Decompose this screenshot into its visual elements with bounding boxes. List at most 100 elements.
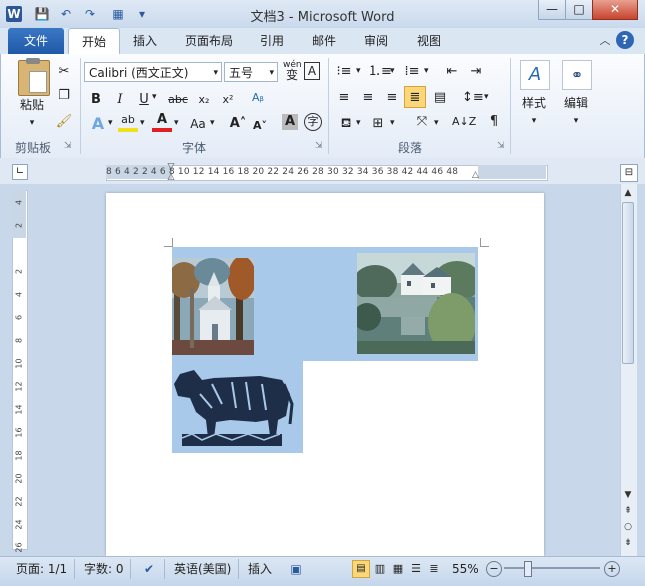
multilevel-list-icon[interactable]: ⁞≡ bbox=[402, 62, 422, 82]
sort-icon[interactable]: A↓Z bbox=[452, 112, 476, 132]
next-page-icon[interactable]: ⇟ bbox=[621, 536, 635, 550]
borders-dropdown-icon[interactable]: ▾ bbox=[390, 118, 395, 128]
minimize-button[interactable]: — bbox=[538, 0, 566, 20]
cut-icon[interactable]: ✂ bbox=[54, 62, 74, 82]
line-spacing-dropdown-icon[interactable]: ▾ bbox=[484, 92, 489, 102]
bullets-dropdown-icon[interactable]: ▾ bbox=[356, 66, 361, 76]
shrink-font-icon[interactable]: A˅ bbox=[250, 116, 270, 136]
word-count[interactable]: 字数: 0 bbox=[84, 560, 124, 578]
scroll-up-icon[interactable]: ▲ bbox=[621, 186, 635, 200]
clipboard-launcher-icon[interactable]: ⇲ bbox=[64, 141, 72, 151]
zoom-out-icon[interactable]: − bbox=[486, 561, 502, 577]
indent-marker-icon[interactable]: ▽ △ bbox=[166, 162, 176, 182]
maximize-button[interactable]: □ bbox=[565, 0, 593, 20]
right-indent-marker-icon[interactable]: △ bbox=[472, 170, 482, 180]
previous-page-icon[interactable]: ⇞ bbox=[621, 504, 635, 518]
print-layout-view-icon[interactable]: ▤ bbox=[352, 560, 370, 578]
paste-button[interactable]: 粘贴 bbox=[14, 96, 50, 114]
font-launcher-icon[interactable]: ⇲ bbox=[315, 141, 323, 151]
lake-house-clipart-image[interactable] bbox=[357, 253, 475, 354]
align-right-icon[interactable]: ≡ bbox=[382, 88, 402, 108]
highlight-icon[interactable]: ab bbox=[118, 112, 138, 132]
zoom-in-icon[interactable]: + bbox=[604, 561, 620, 577]
bold-icon[interactable]: B bbox=[86, 90, 106, 110]
change-case-icon[interactable]: Aa bbox=[186, 114, 210, 134]
language-indicator[interactable]: 英语(美国) bbox=[174, 560, 231, 578]
font-size-combo[interactable]: 五号 ▾ bbox=[224, 62, 278, 82]
shading-icon[interactable]: ⛾ bbox=[336, 114, 356, 134]
clear-formatting-icon[interactable]: Aᵦ bbox=[248, 88, 268, 108]
tab-review[interactable]: 审阅 bbox=[356, 28, 396, 54]
paragraph-launcher-icon[interactable]: ⇲ bbox=[497, 141, 505, 151]
change-case-dropdown-icon[interactable]: ▾ bbox=[210, 118, 215, 128]
tab-file[interactable]: 文件 bbox=[8, 28, 64, 54]
format-painter-icon[interactable]: 🖌 bbox=[54, 112, 74, 132]
outline-view-icon[interactable]: ☰ bbox=[408, 560, 424, 578]
distributed-icon[interactable]: ▤ bbox=[430, 88, 450, 108]
styles-icon[interactable]: A bbox=[520, 60, 550, 90]
character-shading-icon[interactable]: A bbox=[282, 114, 298, 130]
tab-mailings[interactable]: 邮件 bbox=[304, 28, 344, 54]
line-spacing-icon[interactable]: ↕≡ bbox=[462, 88, 484, 108]
underline-dropdown-icon[interactable]: ▾ bbox=[152, 92, 157, 102]
align-center-icon[interactable]: ≡ bbox=[358, 88, 378, 108]
multilevel-dropdown-icon[interactable]: ▾ bbox=[424, 66, 429, 76]
font-color-dropdown-icon[interactable]: ▾ bbox=[174, 118, 179, 128]
zoom-slider-handle[interactable] bbox=[524, 561, 532, 577]
decrease-indent-icon[interactable]: ⇤ bbox=[442, 62, 462, 82]
tab-home[interactable]: 开始 bbox=[68, 28, 120, 56]
chinese-layout-dropdown-icon[interactable]: ▾ bbox=[434, 118, 439, 128]
find-binoculars-icon[interactable]: ⚭ bbox=[562, 60, 592, 90]
zoom-level[interactable]: 55% bbox=[452, 560, 479, 578]
highlight-dropdown-icon[interactable]: ▾ bbox=[140, 118, 145, 128]
editing-dropdown-icon[interactable]: ▾ bbox=[570, 112, 582, 130]
draft-view-icon[interactable]: ≣ bbox=[426, 560, 442, 578]
tab-insert[interactable]: 插入 bbox=[124, 28, 166, 54]
enclose-characters-icon[interactable]: 字 bbox=[304, 113, 322, 131]
copy-icon[interactable]: ❐ bbox=[54, 86, 74, 106]
italic-icon[interactable]: I bbox=[110, 90, 130, 110]
church-clipart-image[interactable] bbox=[172, 258, 254, 355]
help-icon[interactable]: ? bbox=[616, 31, 634, 49]
subscript-icon[interactable]: x₂ bbox=[194, 90, 214, 110]
styles-dropdown-icon[interactable]: ▾ bbox=[528, 112, 540, 130]
strikethrough-icon[interactable]: abc bbox=[166, 90, 190, 110]
paste-dropdown-icon[interactable]: ▾ bbox=[26, 114, 38, 132]
zoom-slider[interactable] bbox=[504, 567, 600, 569]
tab-references[interactable]: 引用 bbox=[252, 28, 292, 54]
browse-object-icon[interactable]: ○ bbox=[621, 520, 635, 534]
justify-icon[interactable]: ≣ bbox=[404, 86, 426, 108]
tab-page-layout[interactable]: 页面布局 bbox=[176, 28, 242, 54]
phonetic-guide-icon[interactable]: wén 变 bbox=[283, 60, 302, 82]
numbering-icon[interactable]: ⒈≡ bbox=[368, 62, 392, 82]
show-marks-icon[interactable]: ¶ bbox=[484, 112, 504, 132]
grow-font-icon[interactable]: A˄ bbox=[228, 114, 248, 134]
proofing-icon[interactable]: ✔ bbox=[140, 560, 158, 578]
character-border-icon[interactable]: A bbox=[304, 62, 320, 80]
superscript-icon[interactable]: x² bbox=[218, 90, 238, 110]
full-screen-reading-icon[interactable]: ▥ bbox=[372, 560, 388, 578]
page-indicator[interactable]: 页面: 1/1 bbox=[16, 560, 67, 578]
tab-view[interactable]: 视图 bbox=[408, 28, 450, 54]
tab-selector-icon[interactable]: ∟ bbox=[12, 164, 28, 180]
view-ruler-icon[interactable]: ⊟ bbox=[620, 164, 638, 182]
text-effects-icon[interactable]: A bbox=[88, 114, 108, 134]
font-color-icon[interactable]: A bbox=[152, 112, 172, 132]
paste-icon[interactable] bbox=[18, 58, 50, 96]
scrollbar-thumb[interactable] bbox=[622, 202, 634, 364]
bullets-icon[interactable]: ⁝≡ bbox=[334, 62, 354, 82]
borders-icon[interactable]: ⊞ bbox=[368, 114, 388, 134]
cow-clipart-image[interactable] bbox=[172, 364, 296, 450]
numbering-dropdown-icon[interactable]: ▾ bbox=[390, 66, 395, 76]
editing-button[interactable]: 编辑 bbox=[556, 94, 596, 112]
increase-indent-icon[interactable]: ⇥ bbox=[466, 62, 486, 82]
chinese-layout-icon[interactable]: ⤧ bbox=[410, 112, 434, 132]
insert-mode-indicator[interactable]: 插入 bbox=[248, 560, 272, 578]
close-button[interactable]: ✕ bbox=[592, 0, 638, 20]
font-name-combo[interactable]: Calibri (西文正文) ▾ bbox=[84, 62, 222, 82]
underline-icon[interactable]: U bbox=[134, 90, 154, 110]
text-effects-dropdown-icon[interactable]: ▾ bbox=[108, 118, 113, 128]
align-left-icon[interactable]: ≡ bbox=[334, 88, 354, 108]
minimize-ribbon-icon[interactable]: ︿ bbox=[598, 34, 612, 48]
shading-dropdown-icon[interactable]: ▾ bbox=[356, 118, 361, 128]
